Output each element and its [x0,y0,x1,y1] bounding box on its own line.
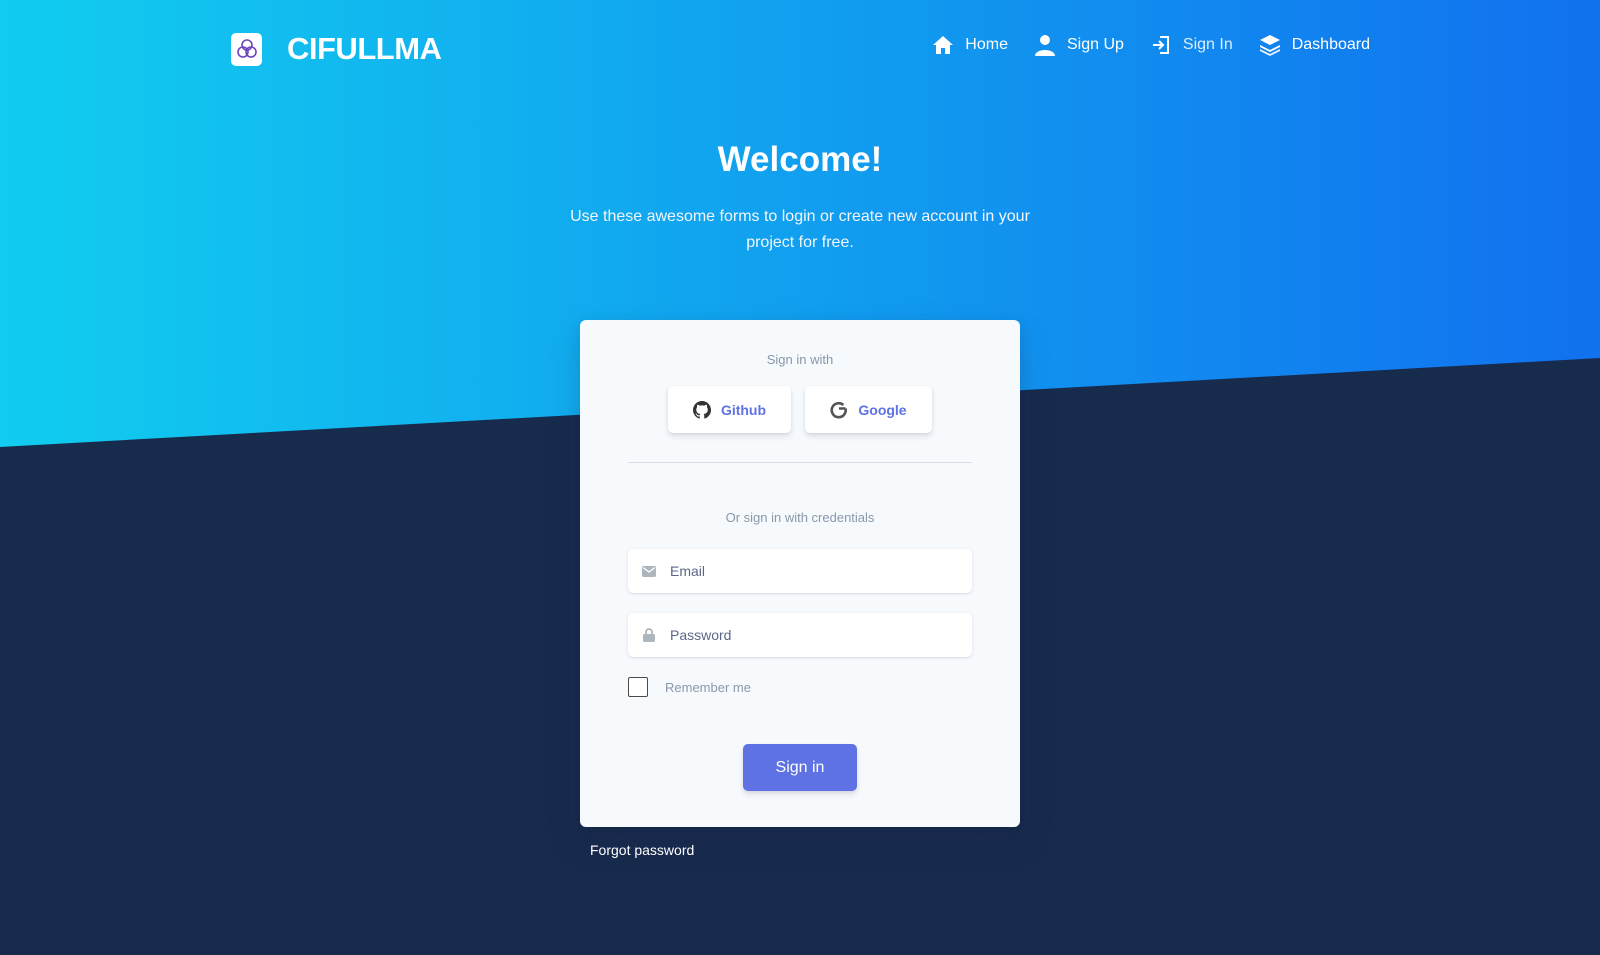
password-input[interactable] [670,627,960,643]
github-icon [692,400,711,419]
top-navbar: CIFULLMA Home Sign Up Sign In Dashboard [0,0,1600,96]
nav-item-sign-up[interactable]: Sign Up [1034,34,1124,56]
brand[interactable]: CIFULLMA [231,31,442,67]
layers-icon [1259,34,1281,56]
github-label: Github [720,401,767,418]
github-button[interactable]: Github [668,386,791,433]
signin-button-wrap: Sign in [628,744,972,791]
forgot-password-link[interactable]: Forgot password [590,842,694,858]
remember-me-checkbox[interactable] [628,677,648,697]
nav-item-sign-in[interactable]: Sign In [1150,34,1233,56]
nav-item-dashboard[interactable]: Dashboard [1259,34,1370,56]
sign-in-button[interactable]: Sign in [743,744,857,791]
home-icon [932,34,954,56]
nav-links: Home Sign Up Sign In Dashboard [906,34,1370,56]
sign-in-with-label: Sign in with [766,352,834,367]
hero-subtitle: Use these awesome forms to login or crea… [570,208,1030,251]
nav-item-label: Home [965,36,1008,53]
nav-item-home[interactable]: Home [932,34,1008,56]
social-buttons: Github Google [628,386,972,433]
brand-name: CIFULLMA [287,31,442,66]
email-input[interactable] [670,563,960,579]
password-field[interactable] [628,613,972,657]
google-icon [830,401,848,419]
envelope-icon [628,565,670,577]
sign-in-icon [1150,34,1172,56]
page-title: Welcome! [717,140,883,179]
user-icon [1034,34,1056,56]
triquetra-icon [231,32,262,66]
remember-me-label[interactable]: Remember me [665,680,751,695]
lock-icon [628,628,670,642]
login-card: Sign in with Github Google Or sign in wi… [580,320,1020,827]
credentials-form: Or sign in with credentials Remember me … [580,463,1020,791]
nav-item-label: Dashboard [1291,36,1370,53]
nav-item-label: Sign Up [1066,36,1124,53]
google-button[interactable]: Google [805,386,932,433]
hero-section: Welcome! Use these awesome forms to logi… [0,140,1600,256]
remember-me: Remember me [628,677,972,697]
credentials-label: Or sign in with credentials [725,510,875,525]
email-field[interactable] [628,549,972,593]
google-label: Google [858,401,907,418]
social-login-section: Sign in with Github Google [628,320,972,463]
nav-item-label: Sign In [1182,36,1233,53]
